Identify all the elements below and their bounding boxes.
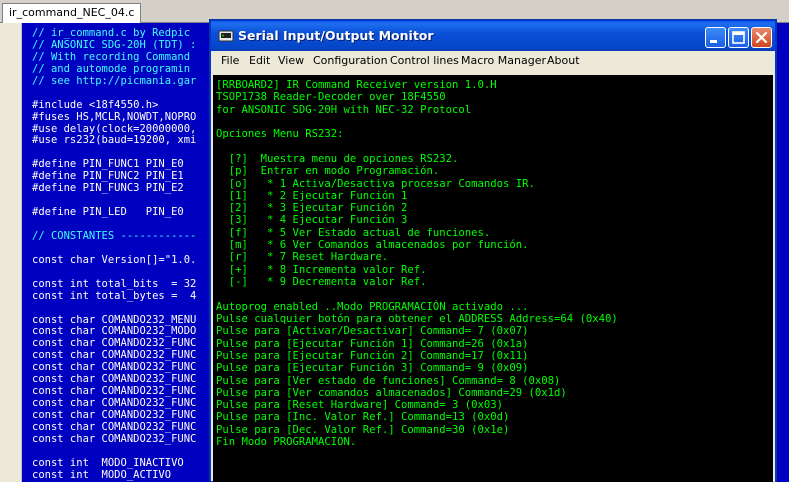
menu-macro-manager[interactable]: Macro Manager: [461, 54, 546, 67]
terminal-line: Opciones Menu RS232:: [216, 128, 344, 141]
minimize-button[interactable]: [705, 27, 726, 48]
close-icon: [755, 31, 768, 44]
terminal-line: Pulse para [Inc. Valor Ref.] Command=13 …: [216, 411, 510, 424]
terminal-line: [1] * 2 Ejecutar Función 1: [216, 189, 408, 202]
menu-edit[interactable]: Edit: [249, 54, 270, 67]
menu-view[interactable]: View: [278, 54, 304, 67]
terminal-line: Fin Modo PROGRAMACION.: [216, 436, 357, 449]
terminal-line: Pulse para [Dec. Valor Ref.] Command=30 …: [216, 423, 510, 436]
window-border-right: [773, 75, 775, 482]
terminal-line: Pulse para [Ejecutar Función 2] Command=…: [216, 349, 529, 362]
terminal-output[interactable]: [RRBOARD2] IR Command Receiver version 1…: [213, 75, 773, 482]
editor-tab-file[interactable]: ir_command_NEC_04.c: [2, 3, 142, 23]
terminal-line: [3] * 4 Ejecutar Función 3: [216, 214, 408, 227]
terminal-line: Pulse para [Reset Hardware] Command= 3 (…: [216, 399, 504, 412]
serial-monitor-window: Serial Input/Output Monitor File Edit Vi…: [210, 20, 776, 482]
menu-configuration[interactable]: Configuration: [313, 54, 388, 67]
terminal-line: Pulse para [Ver comandos almacenados] Co…: [216, 386, 567, 399]
terminal-line: [RRBOARD2] IR Command Receiver version 1…: [216, 79, 497, 91]
window-title: Serial Input/Output Monitor: [238, 28, 434, 43]
menu-about[interactable]: About: [547, 54, 580, 67]
maximize-button[interactable]: [728, 27, 749, 48]
editor-gutter: [0, 23, 22, 482]
terminal-line: Autoprog enabled ..Modo PROGRAMACIÓN act…: [216, 300, 529, 313]
terminal-line: Pulse para [Ver estado de funciones] Com…: [216, 374, 561, 387]
menu-bar: File Edit View Configuration Control lin…: [211, 51, 775, 71]
title-bar[interactable]: Serial Input/Output Monitor: [211, 21, 775, 51]
menu-control-lines[interactable]: Control lines: [390, 54, 459, 67]
terminal-line: [p] Entrar en modo Programación.: [216, 165, 440, 178]
terminal-line: [?] Muestra menu de opciones RS232.: [216, 152, 459, 165]
terminal-line: [f] * 5 Ver Estado actual de funciones.: [216, 226, 491, 239]
terminal-line: [+] * 8 Incrementa valor Ref.: [216, 263, 427, 276]
terminal-line: Pulse para [Ejecutar Función 1] Command=…: [216, 337, 529, 350]
terminal-line: Pulse para [Ejecutar Función 3] Command=…: [216, 362, 529, 375]
menu-file[interactable]: File: [221, 54, 239, 67]
terminal-line: [r] * 7 Reset Hardware.: [216, 251, 389, 264]
terminal-line: for ANSONIC SDG-20H with NEC-32 Protocol: [216, 103, 472, 116]
terminal-line: [-] * 9 Decrementa valor Ref.: [216, 276, 427, 288]
terminal-line: Pulse para [Activar/Desactivar] Command=…: [216, 325, 529, 338]
terminal-line: TSOP1738 Reader-Decoder over 18F4550: [216, 91, 446, 104]
maximize-icon: [732, 31, 745, 44]
minimize-icon: [710, 40, 717, 43]
terminal-line: [o] * 1 Activa/Desactiva procesar Comand…: [216, 177, 535, 190]
close-button[interactable]: [751, 27, 772, 48]
terminal-line: Pulse cualquier botón para obtener el AD…: [216, 312, 618, 325]
app-icon: [218, 30, 234, 42]
terminal-line: [m] * 6 Ver Comandos almacenados por fun…: [216, 239, 529, 252]
terminal-line: [2] * 3 Ejecutar Función 2: [216, 202, 408, 215]
